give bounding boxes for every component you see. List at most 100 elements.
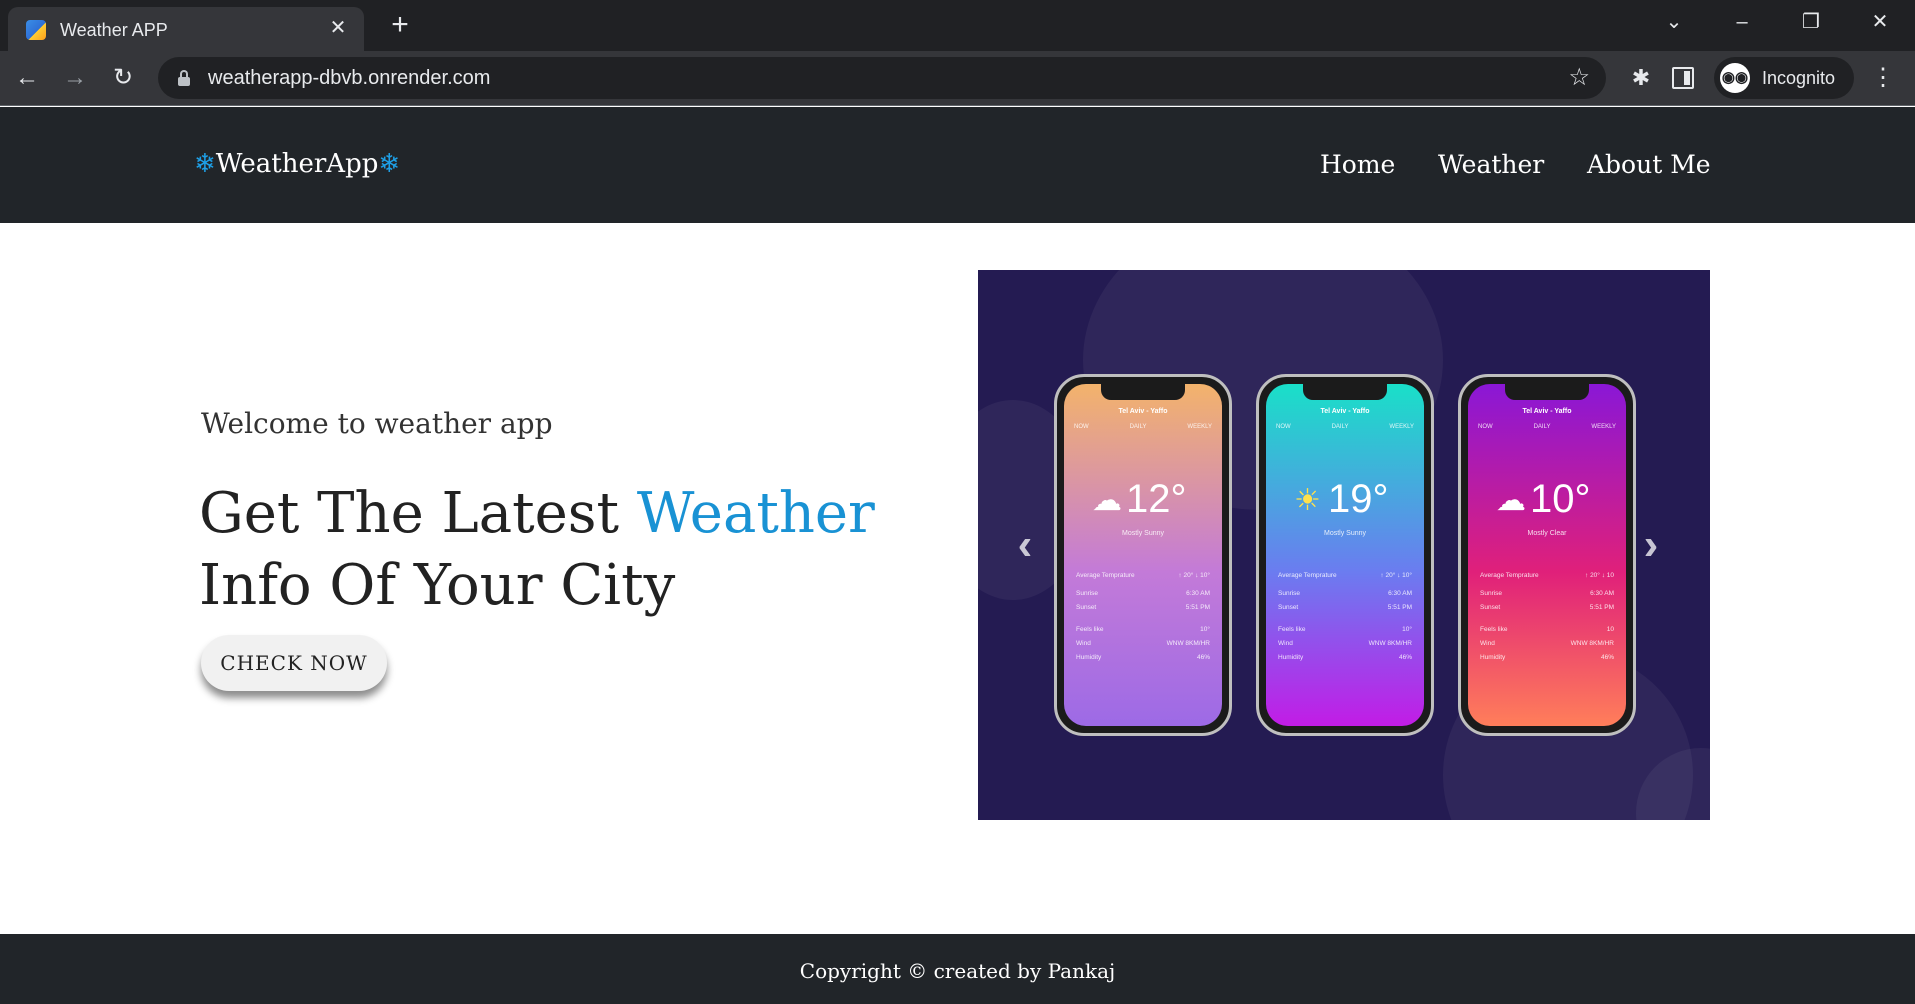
close-icon[interactable]: ✕	[326, 16, 350, 40]
phone-stat-value: 46%	[1398, 654, 1412, 661]
lock-icon[interactable]	[178, 70, 190, 86]
phone-condition: Mostly Sunny	[1121, 530, 1165, 537]
address-bar[interactable]: weatherapp-dbvb.onrender.com ☆	[158, 57, 1606, 99]
phone-stat-label: Wind	[1278, 640, 1293, 647]
phone-stat-row: Sunset 5:51 PM	[1480, 604, 1614, 611]
phone-tab[interactable]: NOW	[1276, 424, 1291, 430]
check-now-button[interactable]: CHECK NOW	[201, 635, 387, 691]
phone-stat-label: Average Temprature	[1278, 572, 1337, 579]
browser-tab-bar: Weather APP ✕ + ⌄ – ❐ ✕	[0, 0, 1915, 51]
phone-stat-row: Humidity 46%	[1076, 654, 1210, 661]
phone-stat-label: Sunrise	[1480, 590, 1503, 597]
chevron-down-icon[interactable]: ⌄	[1656, 8, 1692, 36]
phone-tab[interactable]: NOW	[1478, 424, 1493, 430]
phone-stat-value: 5:51 PM	[1185, 604, 1210, 611]
phone-stat-value: ↑ 20° ↓ 10	[1585, 572, 1614, 579]
phone-stat-value: ↑ 20° ↓ 10°	[1380, 572, 1412, 579]
phone-stat-label: Humidity	[1480, 654, 1506, 661]
phone-stat-label: Average Temprature	[1076, 572, 1135, 579]
phone-stat-label: Sunset	[1480, 604, 1501, 611]
sun-icon: ☀	[1294, 484, 1321, 517]
incognito-label: Incognito	[1762, 68, 1836, 88]
phone-screen: Tel Aviv - Yaffo NOW DAILY WEEKLY ☁ 12° Mostly…	[1064, 384, 1222, 726]
phone-stat-row: Average Temprature ↑ 20° ↓ 10°	[1278, 572, 1412, 579]
phone-tab[interactable]: DAILY	[1130, 424, 1147, 430]
snowflake-icon: ❄	[194, 149, 216, 179]
phone-tab[interactable]: WEEKLY	[1591, 424, 1616, 430]
phone-condition: Mostly Sunny	[1323, 530, 1367, 537]
phone-stat-label: Feels like	[1278, 626, 1306, 633]
phone-stat-label: Humidity	[1278, 654, 1304, 661]
phone-stat-label: Sunset	[1076, 604, 1097, 611]
phone-stat-value: 10	[1606, 626, 1614, 633]
phone-city: Tel Aviv - Yaffo	[1320, 408, 1370, 415]
chevron-left-icon[interactable]: ‹	[1010, 520, 1040, 570]
phone-stat-value: 6:30 AM	[1186, 590, 1210, 597]
phone-stat-value: 6:30 AM	[1590, 590, 1614, 597]
nav-about-me[interactable]: About Me	[1587, 149, 1711, 181]
phone-stat-label: Feels like	[1076, 626, 1104, 633]
url-text[interactable]: weatherapp-dbvb.onrender.com	[208, 67, 490, 89]
phone-notch	[1505, 384, 1589, 400]
incognito-profile[interactable]: ◉◉ Incognito	[1714, 57, 1854, 99]
phone-stat-label: Wind	[1480, 640, 1495, 647]
site-footer: Copyright © created by Pankaj	[0, 934, 1915, 1004]
phone-stat-label: Feels like	[1480, 626, 1508, 633]
reload-icon[interactable]: ↻	[108, 63, 138, 93]
browser-toolbar: ← → ↻ weatherapp-dbvb.onrender.com ☆ ✱ ◉…	[0, 51, 1915, 106]
nav-home[interactable]: Home	[1320, 149, 1395, 181]
hero-title-accent: Weather	[636, 481, 875, 546]
phone-stat-row: Sunset 5:51 PM	[1076, 604, 1210, 611]
chevron-right-icon[interactable]: ›	[1636, 520, 1666, 570]
tab-title: Weather APP	[60, 20, 168, 40]
phone-stat-row: Sunset 5:51 PM	[1278, 604, 1412, 611]
side-panel-icon[interactable]	[1672, 67, 1694, 89]
browser-tab[interactable]: Weather APP ✕	[8, 7, 364, 51]
phone-stat-row: Wind WNW 8KM/HR	[1480, 640, 1614, 647]
restore-icon[interactable]: ❐	[1793, 8, 1829, 36]
phone-stat-value: WNW 8KM/HR	[1368, 640, 1412, 647]
phone-stat-label: Sunrise	[1278, 590, 1301, 597]
phone-stat-row: Feels like 10°	[1076, 626, 1210, 633]
close-window-icon[interactable]: ✕	[1862, 8, 1898, 36]
phone-tab[interactable]: WEEKLY	[1187, 424, 1212, 430]
phone-stat-value: 6:30 AM	[1388, 590, 1412, 597]
snowflake-icon: ❄	[378, 149, 401, 179]
phone-tab[interactable]: WEEKLY	[1389, 424, 1414, 430]
incognito-icon: ◉◉	[1720, 63, 1750, 93]
cloud-sun-icon: ☁	[1092, 484, 1122, 517]
phone-stat-value: 10°	[1200, 626, 1210, 633]
phone-stat-row: Sunrise 6:30 AM	[1076, 590, 1210, 597]
phone-stat-label: Wind	[1076, 640, 1091, 647]
nav-weather[interactable]: Weather	[1438, 149, 1544, 181]
phone-tab[interactable]: NOW	[1074, 424, 1089, 430]
phone-tab[interactable]: DAILY	[1332, 424, 1349, 430]
phone-tab[interactable]: DAILY	[1534, 424, 1551, 430]
star-icon[interactable]: ☆	[1568, 64, 1590, 92]
phone-notch	[1101, 384, 1185, 400]
hero-welcome-text: Welcome to weather app	[201, 407, 553, 440]
phone-stat-label: Sunset	[1278, 604, 1299, 611]
phone-stat-row: Sunrise 6:30 AM	[1480, 590, 1614, 597]
phone-stat-label: Humidity	[1076, 654, 1102, 661]
phone-stat-value: WNW 8KM/HR	[1570, 640, 1614, 647]
phone-condition: Mostly Clear	[1527, 530, 1567, 537]
copyright-text: Copyright © created by Pankaj	[799, 959, 1116, 983]
favicon-icon	[26, 20, 46, 40]
back-icon[interactable]: ←	[12, 63, 42, 93]
phone-mockup: Tel Aviv - Yaffo NOW DAILY WEEKLY ☁ 10° Mostly…	[1458, 374, 1636, 736]
hero-title: Get The Latest Weather Info Of Your City	[199, 478, 899, 622]
forward-icon[interactable]: →	[60, 63, 90, 93]
menu-icon[interactable]: ⋮	[1868, 63, 1898, 93]
plus-icon[interactable]: +	[386, 10, 414, 40]
phone-stat-row: Sunrise 6:30 AM	[1278, 590, 1412, 597]
phone-stat-value: 10°	[1402, 626, 1412, 633]
phone-temperature: 19°	[1328, 477, 1389, 521]
phone-stat-row: Average Temprature ↑ 20° ↓ 10°	[1076, 572, 1210, 579]
brand-logo[interactable]: ❄WeatherApp❄	[194, 147, 400, 181]
phone-mockup: Tel Aviv - Yaffo NOW DAILY WEEKLY ☀ 19° Mostly…	[1256, 374, 1434, 736]
phone-stat-row: Average Temprature ↑ 20° ↓ 10	[1480, 572, 1614, 579]
cloud-icon: ☁	[1496, 484, 1526, 517]
extensions-icon[interactable]: ✱	[1626, 63, 1656, 93]
minimize-icon[interactable]: –	[1724, 8, 1760, 36]
